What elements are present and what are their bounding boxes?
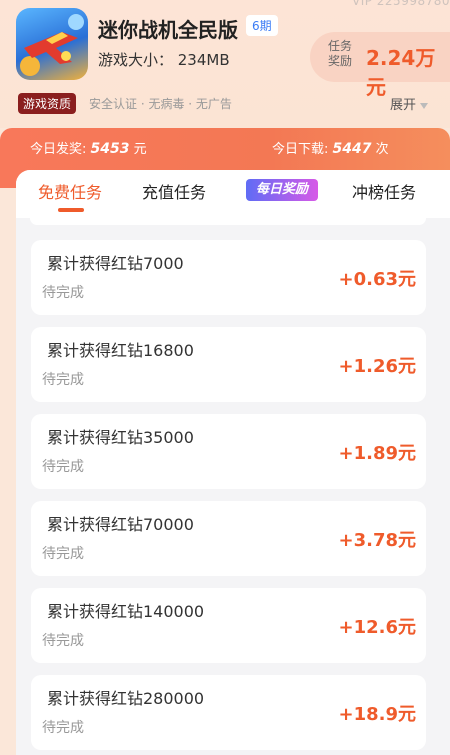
task-card[interactable]: 累计获得红钻16800 待完成 +1.26元 xyxy=(31,327,426,402)
game-size: 游戏大小： 234MB xyxy=(98,51,230,69)
vip-id: VIP 225998780 xyxy=(351,0,450,8)
task-status: 待完成 xyxy=(42,720,84,736)
qualification-tag: 游戏资质 xyxy=(18,93,77,114)
previous-card-edge xyxy=(30,218,426,225)
task-reward-amount: +1.26元 xyxy=(338,356,417,377)
task-name: 累计获得红钻280000 xyxy=(47,689,205,708)
qualification-text: 安全认证 · 无病毒 · 无广告 xyxy=(89,97,232,111)
task-reward-amount: +1.89元 xyxy=(338,443,417,464)
active-tab-indicator xyxy=(58,208,84,212)
task-name: 累计获得红钻16800 xyxy=(47,341,194,360)
task-card[interactable]: 累计获得红钻70000 待完成 +3.78元 xyxy=(31,501,426,576)
chevron-down-icon xyxy=(420,102,429,109)
task-status: 待完成 xyxy=(42,546,84,562)
task-status: 待完成 xyxy=(42,372,84,388)
game-header: VIP 225998780 迷你战机全民版 6期 游戏大小： 234MB 任务奖… xyxy=(0,0,450,128)
tab-daily-reward[interactable]: 每日奖励 xyxy=(246,179,318,201)
task-card[interactable]: 累计获得红钻35000 待完成 +1.89元 xyxy=(31,414,426,489)
task-reward-pill: 任务奖励 2.24万元 xyxy=(310,32,450,99)
task-reward-amount: +12.6元 xyxy=(338,617,417,638)
task-tabs: 免费任务 充值任务 每日奖励 冲榜任务 xyxy=(16,170,450,218)
task-panel: 免费任务 充值任务 每日奖励 冲榜任务 累计获得红钻7000 待完成 +0.63… xyxy=(16,170,450,755)
task-name: 累计获得红钻35000 xyxy=(47,428,194,447)
task-reward-amount: +18.9元 xyxy=(338,704,417,725)
task-status: 待完成 xyxy=(42,633,84,649)
period-badge: 6期 xyxy=(246,15,278,36)
tab-free-tasks[interactable]: 免费任务 xyxy=(38,179,102,203)
expand-button[interactable]: 展开 xyxy=(390,94,429,113)
task-reward-amount: +3.78元 xyxy=(338,530,417,551)
game-title: 迷你战机全民版 xyxy=(98,18,238,42)
today-award: 今日发奖: 5453 元 xyxy=(30,138,147,157)
task-status: 待完成 xyxy=(42,459,84,475)
tab-ranking-tasks[interactable]: 冲榜任务 xyxy=(352,179,416,203)
task-card[interactable]: 累计获得红钻7000 待完成 +0.63元 xyxy=(31,240,426,315)
reward-label: 任务奖励 xyxy=(328,39,353,68)
task-card[interactable]: 累计获得红钻280000 待完成 +18.9元 xyxy=(31,675,426,750)
task-status: 待完成 xyxy=(42,285,84,301)
game-icon[interactable] xyxy=(16,8,88,80)
task-name: 累计获得红钻140000 xyxy=(47,602,205,621)
task-name: 累计获得红钻70000 xyxy=(47,515,194,534)
today-download: 今日下载: 5447 次 xyxy=(272,138,389,157)
reward-value: 2.24万元 xyxy=(366,46,436,99)
task-name: 累计获得红钻7000 xyxy=(47,254,184,273)
task-reward-amount: +0.63元 xyxy=(338,269,417,290)
today-award-value: 5453 xyxy=(90,141,130,157)
today-download-unit: 次 xyxy=(375,142,389,157)
task-card[interactable]: 累计获得红钻140000 待完成 +12.6元 xyxy=(31,588,426,663)
today-download-label: 今日下载: xyxy=(272,142,329,157)
today-download-value: 5447 xyxy=(332,141,372,157)
expand-label: 展开 xyxy=(390,98,417,113)
today-award-label: 今日发奖: xyxy=(30,142,87,157)
today-award-unit: 元 xyxy=(133,142,147,157)
tab-recharge-tasks[interactable]: 充值任务 xyxy=(142,179,206,203)
